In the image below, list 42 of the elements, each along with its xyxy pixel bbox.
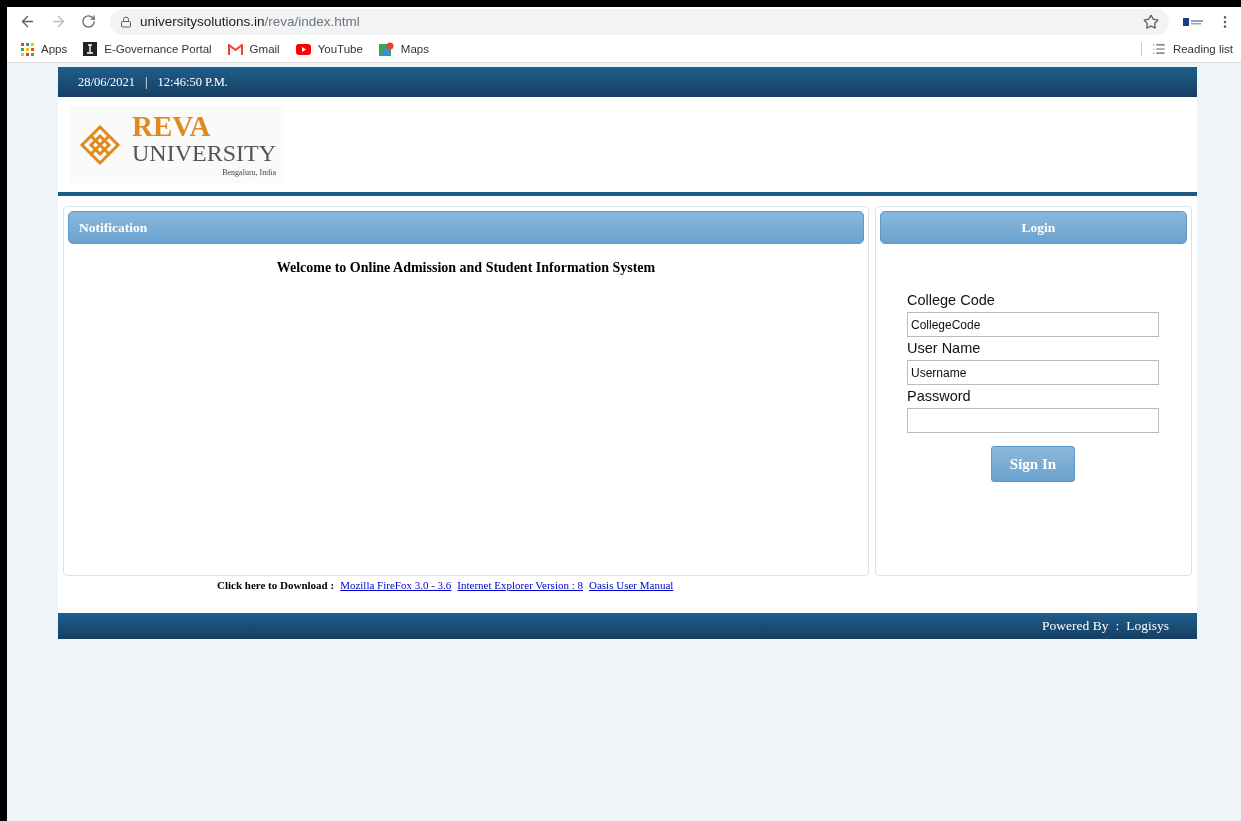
star-icon[interactable] bbox=[1143, 13, 1159, 30]
login-header: Login bbox=[880, 211, 1187, 244]
lock-icon bbox=[120, 15, 132, 28]
time-text: 12:46:50 P.M. bbox=[157, 74, 228, 90]
download-label: Click here to Download : bbox=[217, 579, 335, 593]
logo-subtitle: UNIVERSITY bbox=[132, 141, 276, 165]
apps-grid-icon bbox=[21, 42, 34, 56]
logo-name: REVA bbox=[132, 112, 212, 141]
bookmark-link[interactable]: Apps bbox=[21, 42, 68, 56]
password-field[interactable] bbox=[907, 408, 1159, 433]
portal-icon bbox=[83, 42, 98, 56]
field-label: College Code bbox=[907, 292, 996, 308]
reload-icon[interactable] bbox=[81, 14, 96, 29]
download-link[interactable]: Oasis User Manual bbox=[589, 579, 674, 613]
list-icon bbox=[1151, 42, 1166, 56]
mail-icon bbox=[227, 43, 243, 55]
knot-logo-icon bbox=[78, 122, 122, 167]
bookmark-link[interactable]: Maps bbox=[378, 41, 429, 57]
logo-place: Bengaluru, India bbox=[222, 169, 276, 177]
bookmark-link[interactable]: E-Governance Portal bbox=[83, 42, 212, 56]
url-text: universitysolutions.in/reva/index.html bbox=[140, 14, 361, 29]
play-icon bbox=[295, 43, 311, 55]
map-pin-icon bbox=[378, 41, 394, 57]
field-label: User Name bbox=[907, 340, 982, 356]
separator-text: : bbox=[1115, 618, 1120, 634]
bookmark-link[interactable]: Gmail bbox=[227, 43, 280, 55]
back-icon[interactable] bbox=[19, 13, 36, 30]
address-bar[interactable]: universitysolutions.in/reva/index.html bbox=[110, 8, 1169, 35]
bookmark-link[interactable]: YouTube bbox=[295, 43, 363, 55]
separator-text: | bbox=[144, 74, 148, 90]
extension-icon[interactable] bbox=[1183, 17, 1203, 26]
download-link[interactable]: Internet Explorer Version : 8 bbox=[457, 579, 583, 613]
welcome-message: Welcome to Online Admission and Student Information System bbox=[275, 260, 657, 276]
reading-list-button[interactable]: Reading list bbox=[1140, 42, 1233, 56]
download-link[interactable]: Mozilla FireFox 3.0 - 3.6 bbox=[340, 579, 452, 613]
input-field[interactable]: CollegeCode bbox=[907, 312, 1159, 337]
notification-header: Notification bbox=[68, 211, 864, 244]
date-text: 28/06/2021 bbox=[78, 74, 135, 90]
field-label: Password bbox=[907, 388, 972, 404]
company-text: Logisys bbox=[1126, 618, 1169, 634]
input-field[interactable]: Username bbox=[907, 360, 1159, 385]
powered-by-text: Powered By bbox=[1042, 618, 1109, 634]
